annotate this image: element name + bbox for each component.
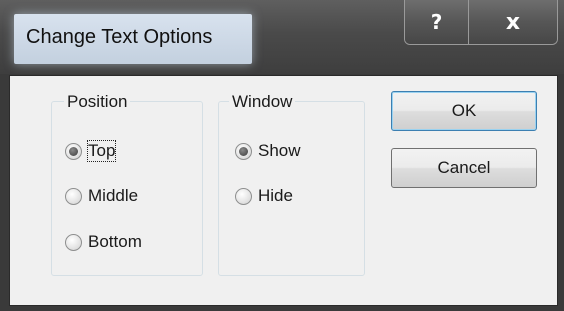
radio-bottom-label[interactable]: Bottom — [88, 232, 142, 252]
dialog-client-area: Position Top Middle Bottom Window Show H… — [9, 75, 558, 306]
window-group-label: Window — [229, 92, 296, 112]
cancel-button[interactable]: Cancel — [391, 148, 537, 188]
radio-show-label[interactable]: Show — [258, 141, 301, 161]
radio-top-label[interactable]: Top — [86, 140, 117, 162]
help-button[interactable]: ? — [405, 0, 469, 44]
caption-buttons: ? x — [404, 0, 558, 45]
radio-position-bottom[interactable]: Bottom — [65, 230, 142, 254]
dialog-window: Change Text Options ? x Position Top Mid… — [0, 0, 564, 311]
radio-top-indicator[interactable] — [65, 142, 82, 160]
help-icon: ? — [430, 10, 443, 34]
radio-middle-label[interactable]: Middle — [88, 186, 138, 206]
window-groupbox: Window Show Hide — [218, 92, 365, 276]
title-bar[interactable]: Change Text Options ? x — [0, 0, 564, 74]
radio-position-middle[interactable]: Middle — [65, 184, 138, 208]
position-groupbox: Position Top Middle Bottom — [51, 92, 203, 276]
radio-position-top[interactable]: Top — [65, 139, 117, 163]
radio-window-show[interactable]: Show — [235, 139, 301, 163]
radio-hide-label[interactable]: Hide — [258, 186, 293, 206]
radio-show-indicator[interactable] — [235, 142, 252, 160]
position-group-label: Position — [64, 92, 131, 112]
radio-hide-indicator[interactable] — [235, 187, 252, 205]
ok-button[interactable]: OK — [391, 91, 537, 131]
radio-middle-indicator[interactable] — [65, 187, 82, 205]
close-icon: x — [505, 9, 521, 35]
close-button[interactable]: x — [469, 0, 557, 44]
radio-window-hide[interactable]: Hide — [235, 184, 293, 208]
radio-bottom-indicator[interactable] — [65, 233, 82, 251]
window-title: Change Text Options — [26, 26, 213, 48]
